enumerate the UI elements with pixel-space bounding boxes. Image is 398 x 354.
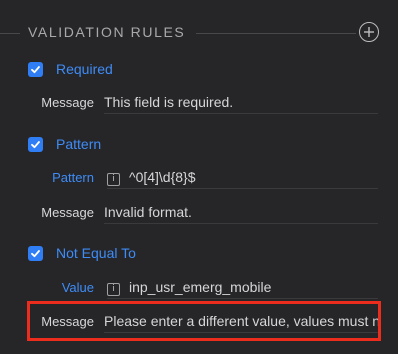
prop-label-link[interactable]: Value bbox=[62, 280, 94, 295]
add-rule-button[interactable] bbox=[359, 22, 379, 42]
rule-label-pattern: Pattern bbox=[56, 136, 102, 152]
checkmark-icon bbox=[31, 66, 40, 74]
section-header: VALIDATION RULES bbox=[0, 20, 398, 46]
not-equal-message-field[interactable]: Please enter a different value, values m… bbox=[104, 312, 378, 333]
prop-row-required-message: Message This field is required. bbox=[0, 91, 398, 115]
checkmark-icon bbox=[31, 250, 40, 258]
info-icon[interactable]: i bbox=[107, 283, 120, 296]
not-equal-value: inp_usr_emerg_mobile bbox=[129, 279, 272, 295]
pattern-value: ^0[4]\d{8}$ bbox=[129, 169, 196, 185]
prop-row-not-equal-message: Message Please enter a different value, … bbox=[0, 310, 398, 334]
prop-label: Message bbox=[41, 314, 94, 329]
prop-label: Message bbox=[41, 95, 94, 110]
pattern-field[interactable]: i ^0[4]\d{8}$ bbox=[107, 168, 378, 189]
info-icon[interactable]: i bbox=[107, 173, 120, 186]
validation-rules-panel: VALIDATION RULES Required Message This f… bbox=[0, 0, 398, 354]
prop-row-not-equal-value: Value i inp_usr_emerg_mobile bbox=[0, 276, 398, 300]
required-message-field[interactable]: This field is required. bbox=[104, 93, 378, 114]
plus-circle-icon bbox=[364, 27, 374, 37]
prop-row-pattern-message: Message Invalid format. bbox=[0, 201, 398, 225]
prop-label-link[interactable]: Pattern bbox=[52, 170, 94, 185]
pattern-message-field[interactable]: Invalid format. bbox=[104, 203, 378, 224]
checkbox-not-equal-to[interactable] bbox=[28, 246, 43, 261]
checkmark-icon bbox=[31, 141, 40, 149]
rule-label-required: Required bbox=[56, 61, 113, 77]
prop-label: Message bbox=[41, 205, 94, 220]
divider bbox=[196, 33, 356, 34]
section-title: VALIDATION RULES bbox=[28, 24, 186, 40]
checkbox-required[interactable] bbox=[28, 62, 43, 77]
prop-row-pattern-value: Pattern i ^0[4]\d{8}$ bbox=[0, 166, 398, 190]
checkbox-pattern[interactable] bbox=[28, 137, 43, 152]
rule-label-not-equal-to: Not Equal To bbox=[56, 245, 136, 261]
not-equal-value-field[interactable]: i inp_usr_emerg_mobile bbox=[107, 278, 378, 299]
divider bbox=[0, 33, 20, 34]
